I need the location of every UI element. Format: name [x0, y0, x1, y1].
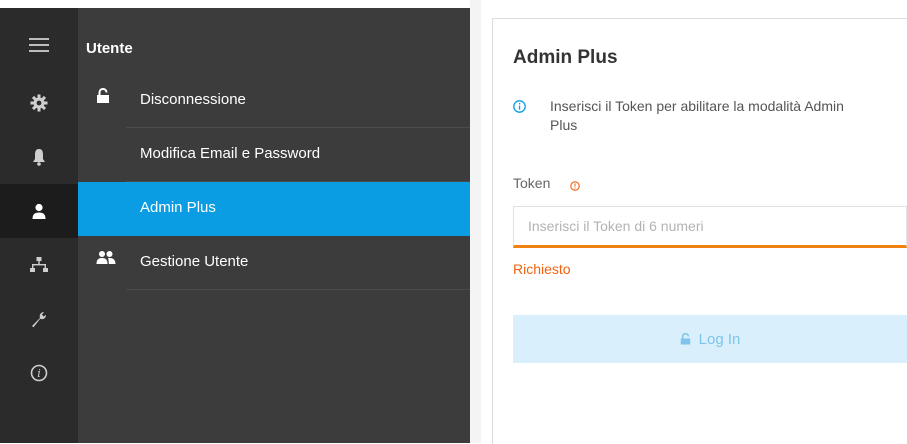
- panel-divider: [470, 0, 481, 443]
- menu-title: Utente: [86, 40, 133, 57]
- login-button[interactable]: Log In: [513, 315, 907, 363]
- admin-plus-panel: Admin Plus Inserisci il Token per abilit…: [492, 18, 907, 444]
- info-button[interactable]: i: [0, 346, 78, 400]
- panel-title: Admin Plus: [513, 47, 618, 68]
- network-icon: [30, 257, 48, 272]
- menu-item-gestione-utente[interactable]: Gestione Utente: [78, 236, 470, 290]
- menu-item-label: Disconnessione: [140, 91, 246, 108]
- wrench-icon: [32, 312, 46, 328]
- menu-item-modifica-email-password[interactable]: Modifica Email e Password: [78, 128, 470, 182]
- network-button[interactable]: [0, 238, 78, 292]
- divider: [126, 289, 470, 290]
- info-circle-icon: [513, 100, 526, 118]
- user-icon: [32, 203, 46, 219]
- info-icon: i: [30, 364, 48, 382]
- menu-item-label: Modifica Email e Password: [140, 145, 321, 162]
- hamburger-menu-icon: [29, 38, 49, 52]
- info-message: Inserisci il Token per abilitare la moda…: [550, 98, 844, 133]
- login-button-label: Log In: [698, 330, 741, 348]
- settings-button-real[interactable]: [0, 76, 78, 130]
- menu-item-disconnessione[interactable]: Disconnessione: [78, 74, 470, 128]
- top-gap: [0, 0, 470, 8]
- required-icon: [570, 178, 580, 196]
- notifications-button[interactable]: [0, 130, 78, 184]
- lock-icon: [680, 333, 690, 345]
- user-menu: Utente Disconnessione Modifica Email e P…: [78, 8, 470, 443]
- users-icon: [96, 250, 116, 270]
- token-label: Token: [513, 175, 551, 191]
- icon-sidebar: i: [0, 8, 78, 443]
- lock-icon: [96, 87, 110, 108]
- tools-button[interactable]: [0, 292, 78, 346]
- bell-icon: [33, 149, 45, 166]
- token-input[interactable]: [513, 206, 907, 248]
- menu-item-admin-plus[interactable]: Admin Plus: [78, 182, 470, 236]
- menu-item-label: Gestione Utente: [140, 253, 249, 270]
- gear-icon: [30, 94, 48, 112]
- hamburger-menu-button[interactable]: [0, 18, 78, 72]
- svg-text:i: i: [37, 367, 41, 380]
- user-button[interactable]: [0, 184, 78, 238]
- required-error: Richiesto: [513, 261, 571, 277]
- menu-item-label: Admin Plus: [140, 199, 216, 216]
